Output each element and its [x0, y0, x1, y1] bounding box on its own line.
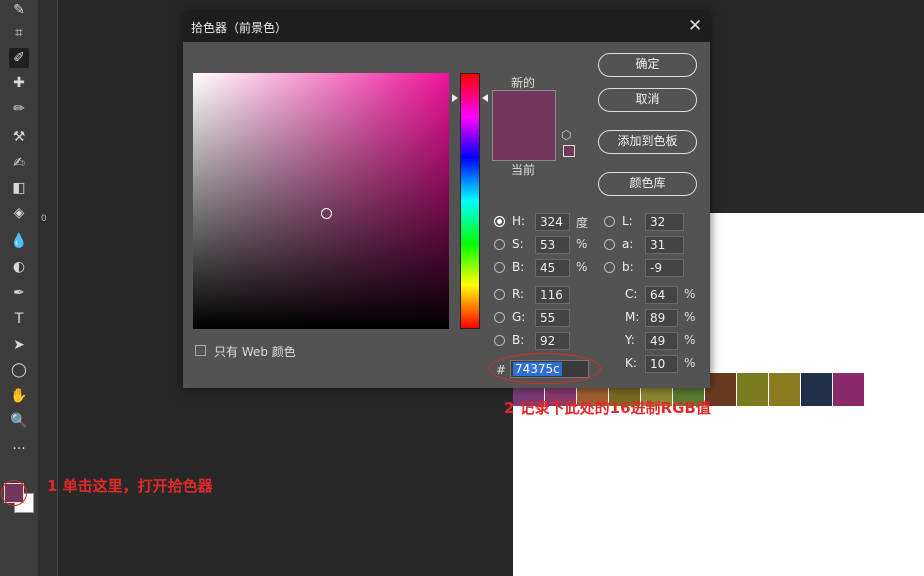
lab-field-label: b: [622, 260, 634, 274]
eyedropper-icon[interactable]: ✐ [9, 48, 29, 68]
lab-field-label: L: [622, 214, 633, 228]
current-color-preview[interactable] [492, 126, 556, 161]
text-icon[interactable]: T [9, 309, 29, 329]
hsb-field-unit: 度 [576, 216, 589, 230]
rgb-field-label: G: [512, 310, 526, 324]
rgb-field-label: B: [512, 333, 525, 347]
lab-field-label: a: [622, 237, 634, 251]
eraser-icon[interactable]: ◧ [9, 178, 29, 198]
brush-icon[interactable]: ✎ [9, 0, 29, 20]
color-swatch[interactable] [801, 373, 833, 406]
rgb-field-label: R: [512, 287, 525, 301]
web-only-checkbox[interactable] [195, 345, 206, 356]
cmyk-field-label: Y: [625, 333, 635, 347]
ruler-zero-label: 0 [41, 214, 47, 224]
lab-field-input[interactable]: 32 [645, 213, 684, 231]
hsb-field-label: B: [512, 260, 525, 274]
dodge-icon[interactable]: ◐ [9, 257, 29, 277]
rgb-radio[interactable] [494, 335, 505, 346]
history-brush-icon[interactable]: ✍ [9, 153, 29, 173]
hsb-field-input[interactable]: 53 [535, 236, 570, 254]
rgb-field-input[interactable]: 116 [535, 286, 570, 304]
hsb-field-unit: % [576, 260, 588, 274]
saturation-brightness-field[interactable] [193, 73, 449, 329]
ellipse-icon[interactable]: ◯ [9, 360, 29, 380]
hsb-field-label: H: [512, 214, 526, 228]
new-color-label: 新的 [511, 76, 536, 90]
paint-bucket-icon[interactable]: ◈ [9, 203, 29, 223]
annotation-step1: 1 单击这里，打开拾色器 [47, 477, 213, 495]
rgb-field-input[interactable]: 55 [535, 309, 570, 327]
foreground-highlight-circle [1, 480, 27, 506]
rgb-field-input[interactable]: 92 [535, 332, 570, 350]
add-to-swatches-button[interactable]: 添加到色板 [598, 130, 697, 154]
stamp-icon[interactable]: ⚒ [9, 127, 29, 147]
current-color-label: 当前 [511, 163, 536, 177]
more-icon[interactable]: ··· [9, 439, 29, 459]
color-libraries-button[interactable]: 颜色库 [598, 172, 697, 196]
hsb-radio[interactable] [494, 262, 505, 273]
web-safe-color-swatch[interactable] [563, 145, 575, 157]
rgb-radio[interactable] [494, 289, 505, 300]
pen-icon[interactable]: ✒ [9, 283, 29, 303]
web-only-label: 只有 Web 颜色 [214, 345, 296, 359]
hue-slider[interactable] [460, 73, 480, 329]
zoom-icon[interactable]: 🔍 [9, 411, 29, 431]
cmyk-field-input[interactable]: 10 [645, 355, 678, 373]
hsb-radio[interactable] [494, 216, 505, 227]
brush-tool-icon[interactable]: ✏ [9, 99, 29, 119]
rgb-radio[interactable] [494, 312, 505, 323]
hsb-field-label: S: [512, 237, 524, 251]
cmyk-field-input[interactable]: 64 [645, 286, 678, 304]
dialog-title: 拾色器（前景色） [191, 21, 288, 35]
cmyk-field-unit: % [684, 333, 696, 347]
color-swatch[interactable] [769, 373, 801, 406]
cmyk-field-unit: % [684, 287, 696, 301]
cmyk-field-label: M: [625, 310, 640, 324]
lab-radio[interactable] [604, 262, 615, 273]
lab-field-input[interactable]: -9 [645, 259, 684, 277]
web-safe-cube-icon[interactable]: ⬡ [561, 128, 571, 142]
cmyk-field-unit: % [684, 310, 696, 324]
hex-highlight-ellipse [489, 353, 601, 384]
annotation-step2: 2 记录下此处的16进制RGB值 [504, 399, 711, 417]
hsb-field-input[interactable]: 324 [535, 213, 570, 231]
hsb-radio[interactable] [494, 239, 505, 250]
hue-slider-left-arrow-icon[interactable] [452, 94, 458, 102]
close-icon[interactable]: ✕ [688, 16, 702, 36]
color-picker-dialog: 拾色器（前景色） ✕ 新的 当前 ⬡ 确定 取消 添加到色板 颜色库 只有 We… [183, 12, 710, 388]
color-swatch[interactable] [737, 373, 769, 406]
dialog-titlebar: 拾色器（前景色） ✕ [183, 12, 710, 42]
blur-icon[interactable]: 💧 [9, 231, 29, 251]
cmyk-field-label: K: [625, 356, 637, 370]
color-field-marker[interactable] [321, 208, 332, 219]
crop-icon[interactable]: ⌗ [9, 23, 29, 43]
hand-icon[interactable]: ✋ [9, 386, 29, 406]
hsb-field-unit: % [576, 237, 588, 251]
cmyk-field-input[interactable]: 89 [645, 309, 678, 327]
cancel-button[interactable]: 取消 [598, 88, 697, 112]
lab-radio[interactable] [604, 239, 615, 250]
cmyk-field-label: C: [625, 287, 638, 301]
new-color-preview [492, 90, 556, 127]
hue-slider-right-arrow-icon[interactable] [482, 94, 488, 102]
hsb-field-input[interactable]: 45 [535, 259, 570, 277]
lab-radio[interactable] [604, 216, 615, 227]
path-select-icon[interactable]: ➤ [9, 335, 29, 355]
lab-field-input[interactable]: 31 [645, 236, 684, 254]
color-swatch[interactable] [833, 373, 865, 406]
cmyk-field-unit: % [684, 356, 696, 370]
cmyk-field-input[interactable]: 49 [645, 332, 678, 350]
healing-icon[interactable]: ✚ [9, 73, 29, 93]
ok-button[interactable]: 确定 [598, 53, 697, 77]
